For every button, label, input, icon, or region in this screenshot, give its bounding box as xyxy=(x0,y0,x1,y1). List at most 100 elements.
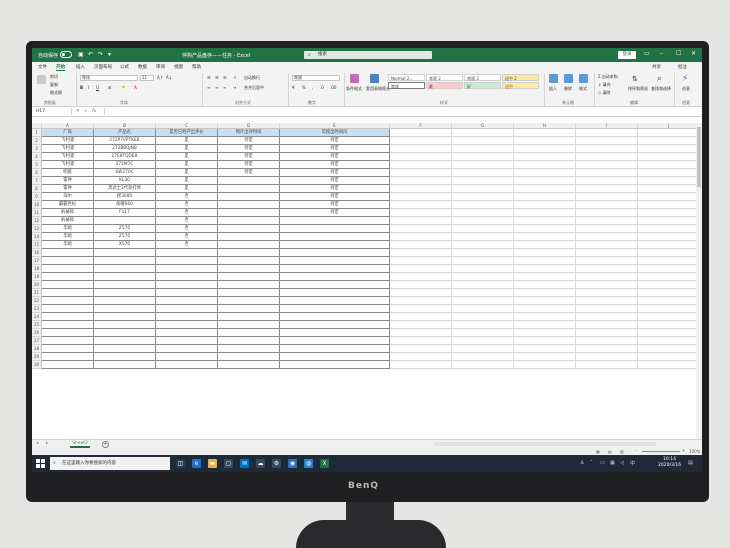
table-cell[interactable]: 飞利浦 xyxy=(42,137,94,145)
format-painter-button[interactable]: 格式刷 xyxy=(50,90,62,96)
empty-cell[interactable] xyxy=(452,345,514,353)
add-sheet-button[interactable]: + xyxy=(102,441,109,448)
empty-cell[interactable] xyxy=(390,289,452,297)
empty-cell[interactable] xyxy=(156,281,218,289)
empty-cell[interactable] xyxy=(576,257,638,265)
empty-cell[interactable] xyxy=(452,337,514,345)
empty-cell[interactable] xyxy=(390,217,452,225)
normal-view-icon[interactable]: ▦ xyxy=(596,449,600,454)
table-cell[interactable]: 是 xyxy=(156,161,218,169)
sheet-tab[interactable]: Sheet2 xyxy=(70,440,90,448)
empty-cell[interactable] xyxy=(514,273,576,281)
empty-cell[interactable] xyxy=(390,353,452,361)
row-header[interactable]: 12 xyxy=(32,217,42,225)
excel-icon[interactable]: X xyxy=(320,459,329,468)
row-header[interactable]: 9 xyxy=(32,193,42,201)
sort-filter-icon[interactable]: ⇅ xyxy=(632,75,638,83)
undo-icon[interactable]: ↶ xyxy=(88,51,93,58)
battery-icon[interactable]: ▭ xyxy=(600,460,605,466)
table-cell[interactable] xyxy=(280,233,390,241)
find-select-icon[interactable]: ⌕ xyxy=(657,74,661,84)
table-cell[interactable] xyxy=(218,241,280,249)
row-header[interactable]: 5 xyxy=(32,161,42,169)
empty-cell[interactable] xyxy=(576,129,638,137)
empty-cell[interactable] xyxy=(638,273,696,281)
table-cell[interactable]: 拯3000 xyxy=(94,193,156,201)
row-header[interactable]: 4 xyxy=(32,153,42,161)
empty-cell[interactable] xyxy=(156,329,218,337)
empty-cell[interactable] xyxy=(576,321,638,329)
edge-icon[interactable]: e xyxy=(192,459,201,468)
tab-review[interactable]: 审阅 xyxy=(156,64,165,70)
empty-cell[interactable] xyxy=(390,273,452,281)
windows-start-icon[interactable] xyxy=(36,459,45,468)
empty-cell[interactable] xyxy=(638,193,696,201)
empty-cell[interactable] xyxy=(94,273,156,281)
row-header[interactable]: 18 xyxy=(32,265,42,273)
table-cell[interactable]: 待定 xyxy=(280,185,390,193)
conditional-format-icon[interactable] xyxy=(350,74,359,83)
empty-cell[interactable] xyxy=(638,233,696,241)
table-cell[interactable] xyxy=(218,233,280,241)
table-cell[interactable]: 待定 xyxy=(280,169,390,177)
format-cells-button[interactable]: 格式 xyxy=(579,86,587,92)
empty-cell[interactable] xyxy=(638,257,696,265)
paste-icon[interactable] xyxy=(37,75,46,84)
empty-cell[interactable] xyxy=(514,145,576,153)
empty-cell[interactable] xyxy=(42,273,94,281)
empty-cell[interactable] xyxy=(576,153,638,161)
row-header[interactable]: 13 xyxy=(32,225,42,233)
empty-cell[interactable] xyxy=(390,281,452,289)
empty-cell[interactable] xyxy=(514,297,576,305)
empty-cell[interactable] xyxy=(280,353,390,361)
empty-cell[interactable] xyxy=(390,313,452,321)
minimize-icon[interactable]: – xyxy=(660,50,663,57)
empty-cell[interactable] xyxy=(94,257,156,265)
empty-cell[interactable] xyxy=(452,169,514,177)
table-cell[interactable]: 27E8TQDEB xyxy=(94,153,156,161)
empty-cell[interactable] xyxy=(156,353,218,361)
maximize-icon[interactable]: ☐ xyxy=(676,50,681,57)
empty-cell[interactable] xyxy=(280,273,390,281)
empty-cell[interactable] xyxy=(156,345,218,353)
empty-cell[interactable] xyxy=(514,265,576,273)
empty-cell[interactable] xyxy=(576,249,638,257)
table-cell[interactable]: SW270C xyxy=(94,169,156,177)
table-cell[interactable]: 待定 xyxy=(280,145,390,153)
table-header-cell[interactable]: 可提出时间问 xyxy=(280,129,390,137)
indent-icon[interactable]: ⇥ xyxy=(233,85,236,90)
align-left-icon[interactable]: ≡ xyxy=(207,85,210,90)
row-header[interactable]: 10 xyxy=(32,201,42,209)
row-header[interactable]: 23 xyxy=(32,305,42,313)
row-header[interactable]: 2 xyxy=(32,137,42,145)
ideas-icon[interactable]: ⚡ xyxy=(682,74,688,84)
empty-cell[interactable] xyxy=(390,305,452,313)
empty-cell[interactable] xyxy=(514,209,576,217)
empty-cell[interactable] xyxy=(390,321,452,329)
empty-cell[interactable] xyxy=(638,321,696,329)
empty-cell[interactable] xyxy=(390,337,452,345)
empty-cell[interactable] xyxy=(576,201,638,209)
table-cell[interactable]: 是 xyxy=(156,177,218,185)
autosave-toggle[interactable] xyxy=(60,51,72,58)
table-cell[interactable]: 272M7C xyxy=(94,161,156,169)
empty-cell[interactable] xyxy=(218,313,280,321)
empty-cell[interactable] xyxy=(390,225,452,233)
cut-button[interactable]: 剪切 xyxy=(50,74,58,80)
table-cell[interactable]: 待定 xyxy=(280,137,390,145)
empty-cell[interactable] xyxy=(576,273,638,281)
row-header[interactable]: 14 xyxy=(32,233,42,241)
empty-cell[interactable] xyxy=(280,281,390,289)
row-header[interactable]: 26 xyxy=(32,329,42,337)
empty-cell[interactable] xyxy=(218,353,280,361)
empty-cell[interactable] xyxy=(576,169,638,177)
empty-cell[interactable] xyxy=(452,273,514,281)
row-header[interactable]: 1 xyxy=(32,129,42,137)
empty-cell[interactable] xyxy=(638,281,696,289)
empty-cell[interactable] xyxy=(452,161,514,169)
bold-icon[interactable]: B xyxy=(80,85,83,90)
empty-cell[interactable] xyxy=(218,297,280,305)
empty-cell[interactable] xyxy=(390,153,452,161)
empty-cell[interactable] xyxy=(514,129,576,137)
empty-cell[interactable] xyxy=(514,225,576,233)
